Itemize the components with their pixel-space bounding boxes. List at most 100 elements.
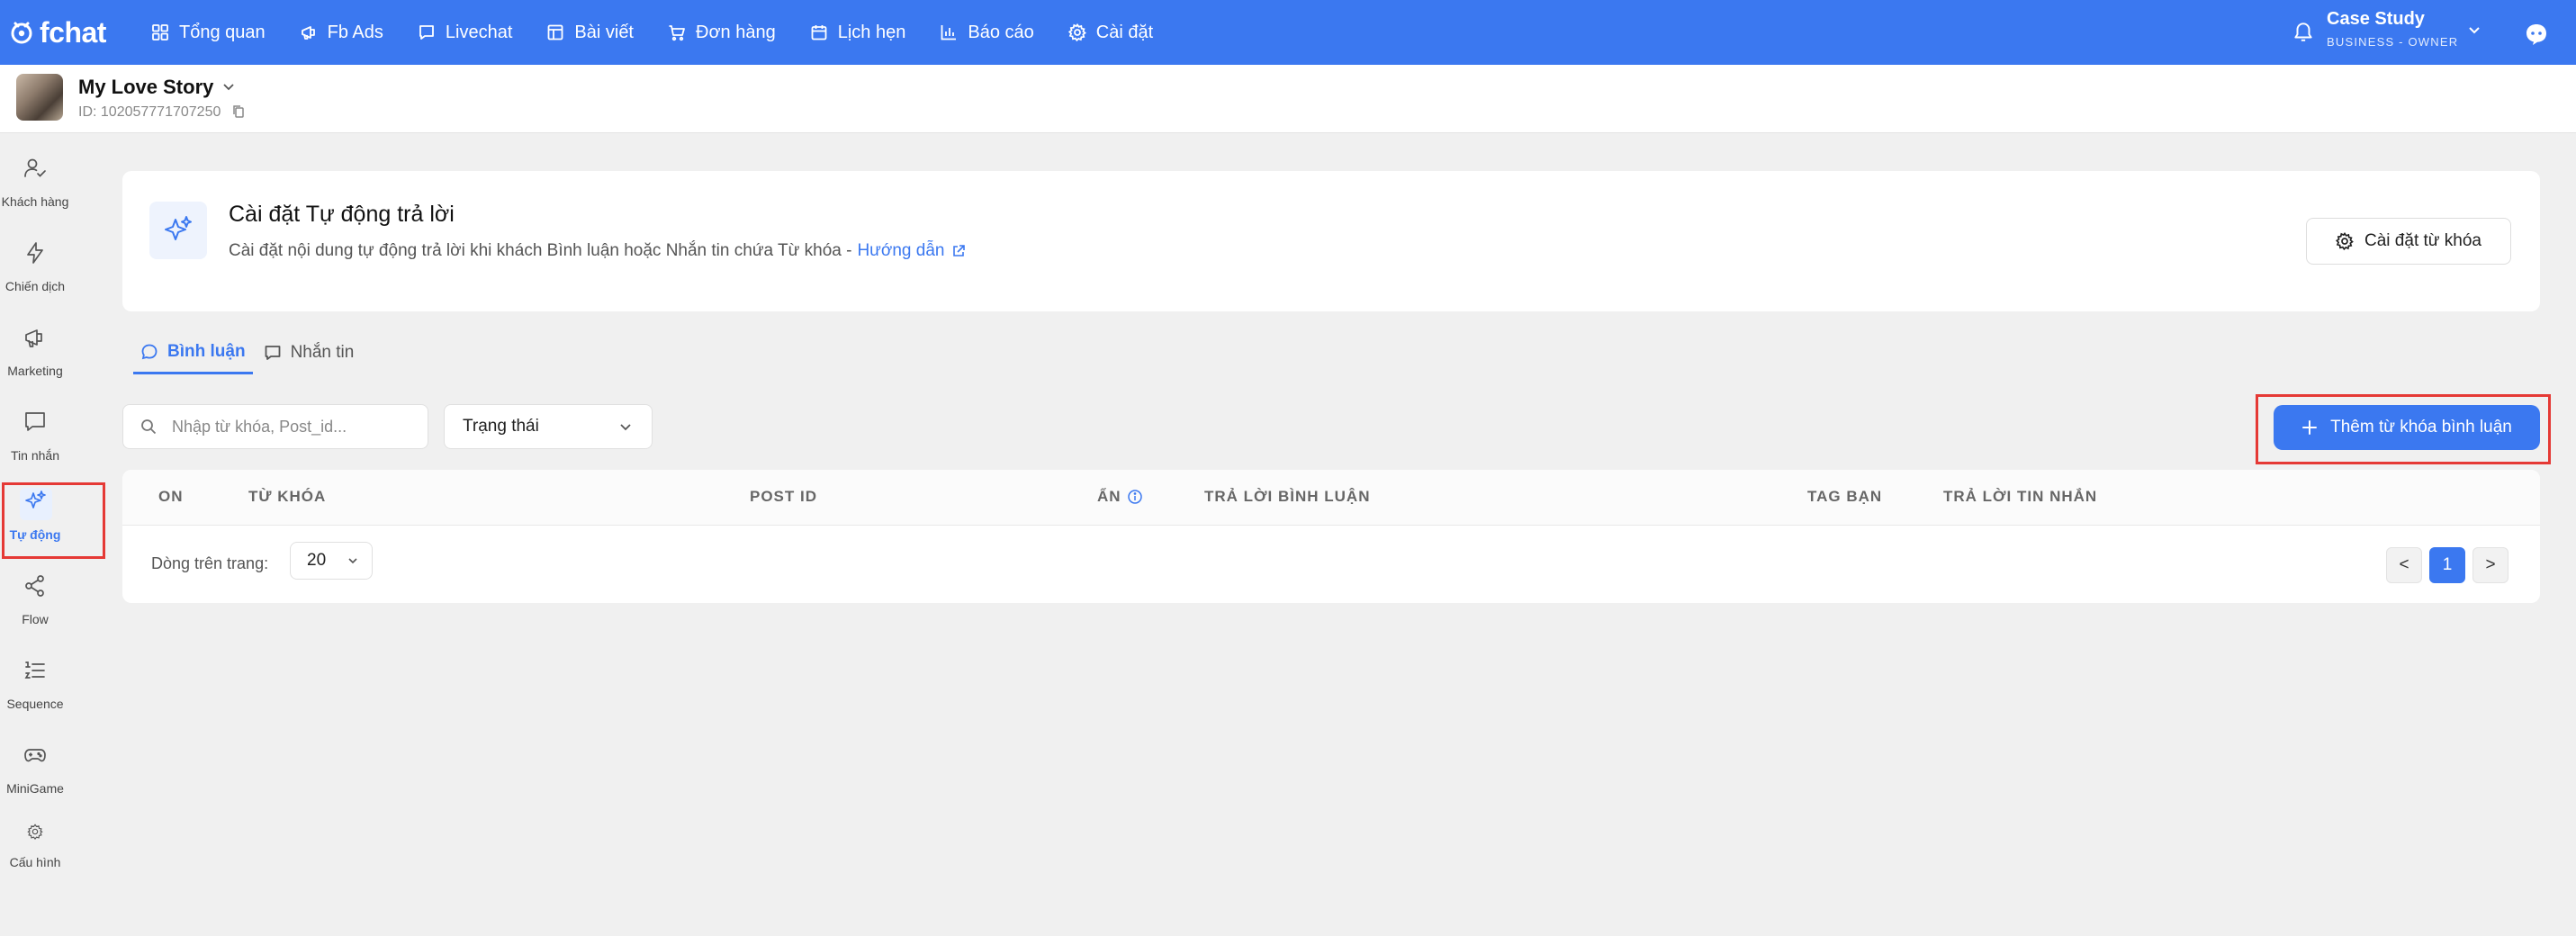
page-id: ID: 102057771707250 (78, 104, 221, 120)
account-menu[interactable]: Case Study BUSINESS - OWNER (2327, 9, 2498, 49)
sidebar-item-sequence[interactable]: Sequence (0, 635, 70, 716)
hero-icon-box (149, 202, 207, 259)
nav-label: Lịch hẹn (837, 22, 906, 42)
table-header: ON TỪ KHÓA POST ID ẨN TRẢ LỜI BÌNH LUẬN … (122, 470, 2540, 526)
nav-fb-ads[interactable]: Fb Ads (300, 22, 383, 43)
column-header-hidden-label: ẨN (1097, 488, 1121, 505)
column-header-on: ON (158, 488, 184, 505)
sidebar-item-tin-nhan[interactable]: Tin nhắn (0, 387, 70, 468)
bell-icon[interactable] (2292, 20, 2315, 43)
nav-lich-hen[interactable]: Lịch hẹn (810, 22, 906, 43)
nav-livechat[interactable]: Livechat (418, 22, 513, 43)
nav-label: Livechat (445, 22, 513, 42)
nav-label: Cài đặt (1095, 22, 1154, 42)
sidebar-item-khach-hang[interactable]: Khách hàng (0, 133, 70, 214)
nav-bao-cao[interactable]: Báo cáo (940, 22, 1034, 43)
comment-icon (141, 344, 158, 359)
prev-page-button[interactable]: < (2386, 547, 2422, 583)
tab-label: Bình luận (167, 341, 246, 361)
nav-cai-dat[interactable]: Cài đặt (1067, 22, 1154, 43)
layout-icon (548, 24, 563, 40)
reply-type-tabs: Bình luận Nhắn tin (133, 331, 365, 374)
fchat-logo[interactable]: fchat (7, 16, 151, 50)
sidebar-item-minigame[interactable]: MiniGame (0, 720, 70, 801)
gamepad-icon (24, 749, 46, 762)
next-page-button[interactable]: > (2472, 547, 2508, 583)
sparkles-icon (165, 216, 192, 240)
nav-label: Bài viết (574, 22, 634, 42)
page-title[interactable]: My Love Story (78, 76, 213, 99)
nav-label: Fb Ads (327, 22, 383, 42)
chat-bubble-icon (419, 25, 434, 40)
gear-icon (2336, 232, 2354, 250)
sidebar-item-label: Tin nhắn (11, 448, 59, 463)
annotation-highlight-add-button (2256, 394, 2551, 464)
sidebar-item-label: Chiến dịch (5, 279, 66, 293)
column-header-tag-friend: TAG BẠN (1807, 488, 1883, 505)
grid-icon (152, 24, 168, 40)
message-icon (25, 412, 45, 431)
nav-label: Đơn hàng (696, 22, 776, 42)
lightning-icon (27, 242, 43, 264)
sidebar-item-cau-hinh[interactable]: Cấu hình (0, 799, 70, 880)
tab-label: Nhắn tin (290, 343, 355, 362)
nav-label: Tổng quan (179, 22, 266, 42)
pagination: < 1 > (2379, 547, 2508, 583)
column-header-message-reply: TRẢ LỜI TIN NHẮN (1943, 488, 2098, 505)
chatbot-icon[interactable] (2524, 22, 2549, 47)
chevron-down-icon (348, 558, 357, 564)
list-ordered-icon (24, 662, 45, 679)
main-menu: Tổng quan Fb Ads Livechat Bài viết Đơn h… (151, 22, 1187, 43)
auto-reply-intro-card: Cài đặt Tự động trả lời Cài đặt nội dung… (122, 171, 2540, 311)
fchat-logo-icon (11, 22, 32, 44)
cart-icon (669, 25, 685, 41)
tab-nhan-tin[interactable]: Nhắn tin (257, 331, 362, 374)
nav-bai-viet[interactable]: Bài viết (546, 22, 634, 43)
sidebar-item-flow[interactable]: Flow (0, 551, 70, 632)
rows-per-page-label: Dòng trên trang: (151, 554, 269, 572)
sidebar-item-chien-dich[interactable]: Chiến dịch (0, 218, 70, 299)
guide-link[interactable]: Hướng dẫn (857, 241, 966, 261)
gear-icon (1067, 23, 1086, 41)
annotation-highlight-sidebar (2, 482, 105, 559)
hero-description: Cài đặt nội dung tự động trả lời khi khá… (229, 241, 966, 261)
page-avatar[interactable] (16, 74, 63, 121)
status-filter-select[interactable]: Trạng thái (444, 404, 653, 449)
guide-link-label: Hướng dẫn (857, 241, 945, 260)
sidebar-item-label: Khách hàng (1, 194, 69, 209)
tab-binh-luan[interactable]: Bình luận (133, 331, 253, 374)
sidebar-item-label: Flow (22, 612, 49, 626)
megaphone-icon (25, 329, 42, 347)
column-header-post-id: POST ID (750, 488, 818, 505)
page-header: My Love Story ID: 102057771707250 (0, 65, 2576, 133)
gear-icon (27, 824, 43, 841)
search-input[interactable] (172, 417, 406, 436)
keyword-table: ON TỪ KHÓA POST ID ẨN TRẢ LỜI BÌNH LUẬN … (122, 470, 2540, 603)
info-icon[interactable] (1127, 489, 1143, 505)
column-header-comment-reply: TRẢ LỜI BÌNH LUẬN (1204, 488, 1371, 505)
share-icon (25, 575, 44, 597)
hero-title: Cài đặt Tự động trả lời (229, 202, 455, 227)
calendar-icon (811, 25, 827, 40)
sidebar-item-label: Sequence (6, 697, 64, 711)
status-filter-label: Trạng thái (463, 417, 539, 436)
nav-label: Báo cáo (968, 22, 1034, 42)
search-icon (141, 419, 157, 435)
sidebar-item-marketing[interactable]: Marketing (0, 302, 70, 383)
hero-description-text: Cài đặt nội dung tự động trả lời khi khá… (229, 241, 852, 260)
sidebar-item-label: Marketing (7, 364, 63, 378)
rows-per-page-value: 20 (307, 551, 327, 570)
copy-icon[interactable] (232, 104, 245, 119)
keyword-search-box[interactable] (122, 404, 428, 449)
keyword-settings-button[interactable]: Cài đặt từ khóa (2306, 218, 2511, 265)
chevron-down-icon (620, 424, 631, 431)
chevron-down-icon[interactable] (221, 79, 236, 94)
nav-don-hang[interactable]: Đơn hàng (668, 22, 776, 43)
page-button-current[interactable]: 1 (2429, 547, 2465, 583)
rows-per-page-select[interactable]: 20 (290, 542, 373, 580)
megaphone-icon (301, 26, 315, 40)
column-header-hidden: ẨN (1097, 488, 1143, 506)
user-check-icon (24, 158, 46, 177)
nav-tong-quan[interactable]: Tổng quan (151, 22, 266, 43)
bar-chart-icon (941, 25, 957, 40)
